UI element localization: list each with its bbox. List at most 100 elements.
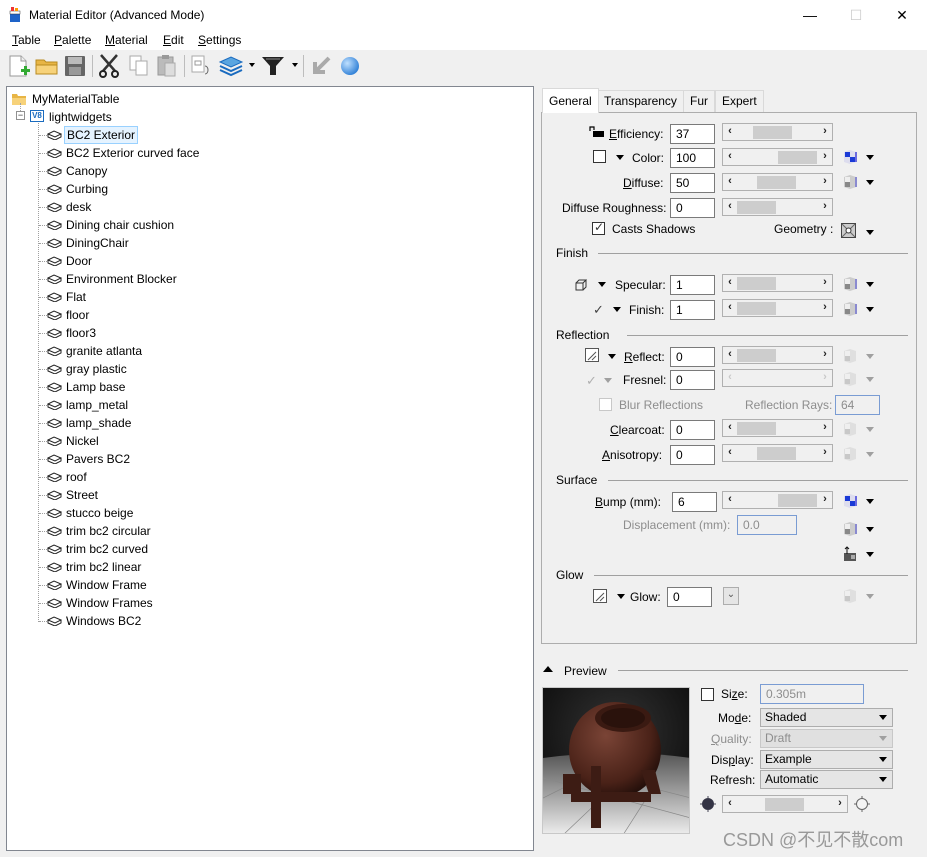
menu-edit[interactable]: Edit bbox=[163, 33, 184, 47]
glow-cube-icon[interactable] bbox=[842, 588, 858, 604]
material-item[interactable]: roof bbox=[47, 468, 89, 486]
glow-spinner-button[interactable]: ⌄ bbox=[723, 587, 739, 605]
bump-map-icon[interactable] bbox=[842, 493, 858, 509]
specular-map-dropdown[interactable] bbox=[866, 282, 874, 287]
material-item[interactable]: Door bbox=[47, 252, 94, 270]
finish-slider[interactable]: ‹ › bbox=[722, 299, 833, 317]
finish-check-icon[interactable]: ✓ bbox=[593, 302, 604, 318]
material-item[interactable]: Window Frame bbox=[47, 576, 149, 594]
blur-reflections-checkbox[interactable] bbox=[599, 398, 612, 411]
fresnel-check-icon[interactable]: ✓ bbox=[586, 373, 597, 389]
finish-dropdown-arrow[interactable] bbox=[613, 307, 621, 312]
reflect-map-dropdown[interactable] bbox=[866, 354, 874, 359]
tab-transparency[interactable]: Transparency bbox=[597, 90, 684, 112]
glow-dropdown-arrow[interactable] bbox=[617, 594, 625, 599]
material-item[interactable]: Flat bbox=[47, 288, 88, 306]
close-button[interactable]: ✕ bbox=[879, 0, 925, 30]
menu-settings[interactable]: Settings bbox=[198, 33, 241, 47]
minimize-button[interactable]: — bbox=[787, 0, 833, 30]
diffuse-slider[interactable]: ‹ › bbox=[722, 173, 833, 191]
displacement-map-dropdown[interactable] bbox=[866, 527, 874, 532]
fresnel-dropdown-arrow[interactable] bbox=[604, 378, 612, 383]
casts-shadows-checkbox[interactable]: ✓ bbox=[592, 220, 605, 235]
display-select[interactable]: Example bbox=[760, 750, 893, 769]
anisotropy-slider[interactable]: ‹ › bbox=[722, 444, 833, 462]
reflect-dropdown-arrow[interactable] bbox=[608, 354, 616, 359]
material-item[interactable]: stucco beige bbox=[47, 504, 135, 522]
clearcoat-cube-icon[interactable] bbox=[842, 421, 858, 437]
glow-field[interactable]: 0 bbox=[667, 587, 712, 607]
mode-select[interactable]: Shaded bbox=[760, 708, 893, 727]
material-item[interactable]: Dining chair cushion bbox=[47, 216, 176, 234]
specular-cube-icon[interactable] bbox=[575, 279, 587, 291]
finish-map-icon[interactable] bbox=[842, 301, 858, 317]
copy-icon[interactable] bbox=[126, 54, 152, 78]
fresnel-cube-icon[interactable] bbox=[842, 371, 858, 387]
assign-material-icon[interactable] bbox=[309, 54, 335, 78]
tab-fur[interactable]: Fur bbox=[683, 90, 715, 112]
material-item[interactable]: floor bbox=[47, 306, 91, 324]
color-map-icon[interactable] bbox=[842, 149, 858, 165]
material-item[interactable]: Curbing bbox=[47, 180, 110, 198]
bump-slider[interactable]: ‹ › bbox=[722, 491, 833, 509]
material-item[interactable]: trim bc2 linear bbox=[47, 558, 143, 576]
fresnel-map-dropdown[interactable] bbox=[866, 377, 874, 382]
reflect-map-icon[interactable] bbox=[585, 348, 599, 362]
glow-map-dropdown[interactable] bbox=[866, 594, 874, 599]
material-preview-image[interactable] bbox=[542, 687, 690, 834]
color-slider[interactable]: ‹ › bbox=[722, 148, 833, 166]
quality-select[interactable]: Draft bbox=[760, 729, 893, 748]
save-icon[interactable] bbox=[62, 54, 88, 78]
diffuse-map-dropdown[interactable] bbox=[866, 180, 874, 185]
palette-layers-icon[interactable] bbox=[218, 54, 244, 78]
color-swatch[interactable] bbox=[593, 150, 606, 163]
displacement-map-icon[interactable] bbox=[842, 521, 858, 537]
material-item[interactable]: trim bc2 circular bbox=[47, 522, 153, 540]
material-item[interactable]: Pavers BC2 bbox=[47, 450, 132, 468]
material-item[interactable]: Lamp base bbox=[47, 378, 127, 396]
material-item[interactable]: Canopy bbox=[47, 162, 109, 180]
preview-collapse-toggle[interactable] bbox=[543, 666, 553, 672]
filter-dropdown-arrow[interactable] bbox=[292, 63, 298, 67]
diffuse-field[interactable]: 50 bbox=[670, 173, 715, 193]
material-item[interactable]: BC2 Exterior bbox=[47, 126, 139, 144]
menu-palette[interactable]: Palette bbox=[54, 33, 91, 47]
anisotropy-cube-icon[interactable] bbox=[842, 446, 858, 462]
material-tree-panel[interactable]: MyMaterialTable − V8 lightwidgets BC2 Ex… bbox=[6, 86, 534, 851]
reflect-field[interactable]: 0 bbox=[670, 347, 715, 367]
size-checkbox[interactable] bbox=[701, 688, 714, 701]
collapse-toggle[interactable]: − bbox=[16, 111, 25, 120]
color-dropdown-arrow[interactable] bbox=[616, 155, 624, 160]
material-item[interactable]: DiningChair bbox=[47, 234, 131, 252]
tab-general[interactable]: General bbox=[542, 88, 599, 113]
refresh-select[interactable]: Automatic bbox=[760, 770, 893, 789]
copy-material-icon[interactable] bbox=[188, 54, 214, 78]
color-field[interactable]: 100 bbox=[670, 148, 715, 168]
specular-map-icon[interactable] bbox=[842, 276, 858, 292]
material-projection-icon[interactable] bbox=[842, 546, 858, 562]
material-item[interactable]: Environment Blocker bbox=[47, 270, 179, 288]
menu-table[interactable]: Table bbox=[12, 33, 41, 47]
render-sphere-icon[interactable] bbox=[337, 54, 363, 78]
geometry-dropdown[interactable] bbox=[866, 230, 874, 235]
specular-field[interactable]: 1 bbox=[670, 275, 715, 295]
material-item[interactable]: gray plastic bbox=[47, 360, 129, 378]
material-item[interactable]: lamp_metal bbox=[47, 396, 130, 414]
lighting-brightness-slider[interactable]: ‹ › bbox=[722, 795, 848, 813]
cut-icon[interactable] bbox=[96, 54, 122, 78]
reflection-rays-field[interactable]: 64 bbox=[835, 395, 880, 415]
diffuse-map-icon[interactable] bbox=[842, 174, 858, 190]
clearcoat-field[interactable]: 0 bbox=[670, 420, 715, 440]
efficiency-slider[interactable]: ‹ › bbox=[722, 123, 833, 141]
lock-open-icon[interactable] bbox=[588, 125, 606, 138]
material-item[interactable]: BC2 Exterior curved face bbox=[47, 144, 201, 162]
filter-icon[interactable] bbox=[260, 54, 286, 78]
menu-material[interactable]: Material bbox=[105, 33, 148, 47]
paste-icon[interactable] bbox=[154, 54, 180, 78]
material-item[interactable]: granite atlanta bbox=[47, 342, 144, 360]
fresnel-field[interactable]: 0 bbox=[670, 370, 715, 390]
anisotropy-map-dropdown[interactable] bbox=[866, 452, 874, 457]
geometry-icon[interactable] bbox=[841, 223, 856, 238]
material-item[interactable]: Window Frames bbox=[47, 594, 155, 612]
material-item[interactable]: desk bbox=[47, 198, 93, 216]
